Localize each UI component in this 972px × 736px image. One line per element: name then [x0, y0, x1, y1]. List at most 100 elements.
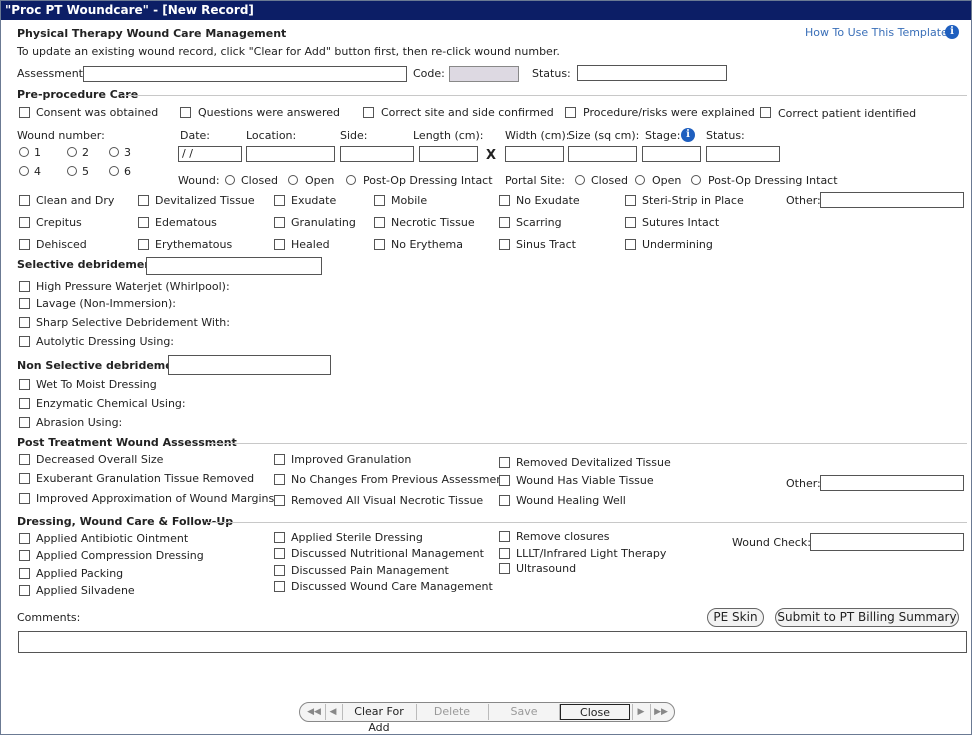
help-link[interactable]: How To Use This Template: [805, 26, 948, 39]
sterile-dressing-checkbox[interactable]: [274, 532, 285, 543]
no-exudate-checkbox[interactable]: [499, 195, 510, 206]
assessment-input[interactable]: [83, 66, 407, 82]
healing-well-checkbox[interactable]: [499, 495, 510, 506]
removed-devitalized-checkbox[interactable]: [499, 457, 510, 468]
nonselective-input[interactable]: [168, 355, 331, 375]
exudate-checkbox[interactable]: [274, 195, 285, 206]
lllt-checkbox[interactable]: [499, 548, 510, 559]
healed-checkbox[interactable]: [274, 239, 285, 250]
wet-moist-checkbox[interactable]: [19, 379, 30, 390]
posttreatment-other-input[interactable]: [820, 475, 964, 491]
clean-dry-checkbox[interactable]: [19, 195, 30, 206]
next-record-icon[interactable]: ▶: [633, 704, 649, 720]
steri-strip-checkbox[interactable]: [625, 195, 636, 206]
close-button[interactable]: Close: [560, 704, 630, 720]
antibiotic-checkbox[interactable]: [19, 533, 30, 544]
wound-status-input[interactable]: [706, 146, 780, 162]
sinus-tract-checkbox[interactable]: [499, 239, 510, 250]
wound-check-input[interactable]: [810, 533, 964, 551]
sutures-intact-checkbox[interactable]: [625, 217, 636, 228]
edematous-checkbox[interactable]: [138, 217, 149, 228]
delete-button[interactable]: Delete: [417, 704, 487, 720]
clear-for-add-button[interactable]: Clear For Add: [343, 704, 415, 734]
submit-billing-button[interactable]: Submit to PT Billing Summary: [775, 608, 959, 627]
packing-checkbox[interactable]: [19, 568, 30, 579]
wound-number-2-radio[interactable]: [67, 147, 77, 157]
portal-closed-radio[interactable]: [575, 175, 585, 185]
location-input[interactable]: [246, 146, 335, 162]
portal-open-radio[interactable]: [635, 175, 645, 185]
wound-number-6-radio[interactable]: [109, 166, 119, 176]
first-record-icon[interactable]: ◀◀: [304, 704, 324, 720]
correct-patient-checkbox[interactable]: [760, 107, 771, 118]
save-button[interactable]: Save: [489, 704, 559, 720]
posttreatment-other-label: Other:: [786, 477, 821, 490]
help-info-icon[interactable]: i: [945, 25, 959, 39]
enzymatic-checkbox[interactable]: [19, 398, 30, 409]
removed-necrotic-checkbox[interactable]: [274, 495, 285, 506]
last-record-icon[interactable]: ▶▶: [651, 704, 671, 720]
selective-input[interactable]: [146, 257, 322, 275]
necrotic-checkbox[interactable]: [374, 217, 385, 228]
pain-checkbox[interactable]: [274, 565, 285, 576]
wound-open-radio[interactable]: [288, 175, 298, 185]
questions-checkbox[interactable]: [180, 107, 191, 118]
abrasion-checkbox[interactable]: [19, 417, 30, 428]
no-changes-checkbox[interactable]: [274, 474, 285, 485]
portal-postop-radio[interactable]: [691, 175, 701, 185]
date-input[interactable]: / /: [178, 146, 242, 162]
consent-label: Consent was obtained: [36, 106, 159, 119]
no-erythema-checkbox[interactable]: [374, 239, 385, 250]
improved-granulation-checkbox[interactable]: [274, 454, 285, 465]
status-input[interactable]: [577, 65, 727, 81]
wound-number-4-radio[interactable]: [19, 166, 29, 176]
compression-checkbox[interactable]: [19, 550, 30, 561]
wound-number-4-label: 4: [34, 165, 41, 178]
dressing-rule: [207, 522, 967, 523]
pe-skin-button[interactable]: PE Skin: [707, 608, 764, 627]
comments-input[interactable]: [18, 631, 967, 653]
wound-care-mgmt-checkbox[interactable]: [274, 581, 285, 592]
waterjet-checkbox[interactable]: [19, 281, 30, 292]
stage-info-icon[interactable]: i: [681, 128, 695, 142]
lavage-checkbox[interactable]: [19, 298, 30, 309]
scarring-checkbox[interactable]: [499, 217, 510, 228]
wound-number-5-label: 5: [82, 165, 89, 178]
stage-input[interactable]: [642, 146, 701, 162]
mobile-checkbox[interactable]: [374, 195, 385, 206]
autolytic-checkbox[interactable]: [19, 336, 30, 347]
wound-number-1-radio[interactable]: [19, 147, 29, 157]
silvadene-checkbox[interactable]: [19, 585, 30, 596]
wound-postop-radio[interactable]: [346, 175, 356, 185]
mobile-label: Mobile: [391, 194, 428, 207]
dehisced-checkbox[interactable]: [19, 239, 30, 250]
procedure-risks-label: Procedure/risks were explained: [583, 106, 755, 119]
length-input[interactable]: [419, 146, 478, 162]
width-input[interactable]: [505, 146, 564, 162]
exuberant-checkbox[interactable]: [19, 473, 30, 484]
devitalized-checkbox[interactable]: [138, 195, 149, 206]
previous-record-icon[interactable]: ◀: [326, 704, 340, 720]
erythematous-checkbox[interactable]: [138, 239, 149, 250]
decreased-size-checkbox[interactable]: [19, 454, 30, 465]
wound-number-3-radio[interactable]: [109, 147, 119, 157]
side-input[interactable]: [340, 146, 414, 162]
viable-tissue-checkbox[interactable]: [499, 475, 510, 486]
crepitus-checkbox[interactable]: [19, 217, 30, 228]
consent-checkbox[interactable]: [19, 107, 30, 118]
granulating-checkbox[interactable]: [274, 217, 285, 228]
remove-closures-checkbox[interactable]: [499, 531, 510, 542]
correct-site-checkbox[interactable]: [363, 107, 374, 118]
sharp-selective-checkbox[interactable]: [19, 317, 30, 328]
remove-closures-label: Remove closures: [516, 530, 610, 543]
approximation-checkbox[interactable]: [19, 493, 30, 504]
wound-closed-radio[interactable]: [225, 175, 235, 185]
nutritional-checkbox[interactable]: [274, 548, 285, 559]
undermining-checkbox[interactable]: [625, 239, 636, 250]
code-input: [449, 66, 519, 82]
size-input[interactable]: [568, 146, 637, 162]
procedure-risks-checkbox[interactable]: [565, 107, 576, 118]
wound-other-input[interactable]: [820, 192, 964, 208]
wound-number-5-radio[interactable]: [67, 166, 77, 176]
ultrasound-checkbox[interactable]: [499, 563, 510, 574]
